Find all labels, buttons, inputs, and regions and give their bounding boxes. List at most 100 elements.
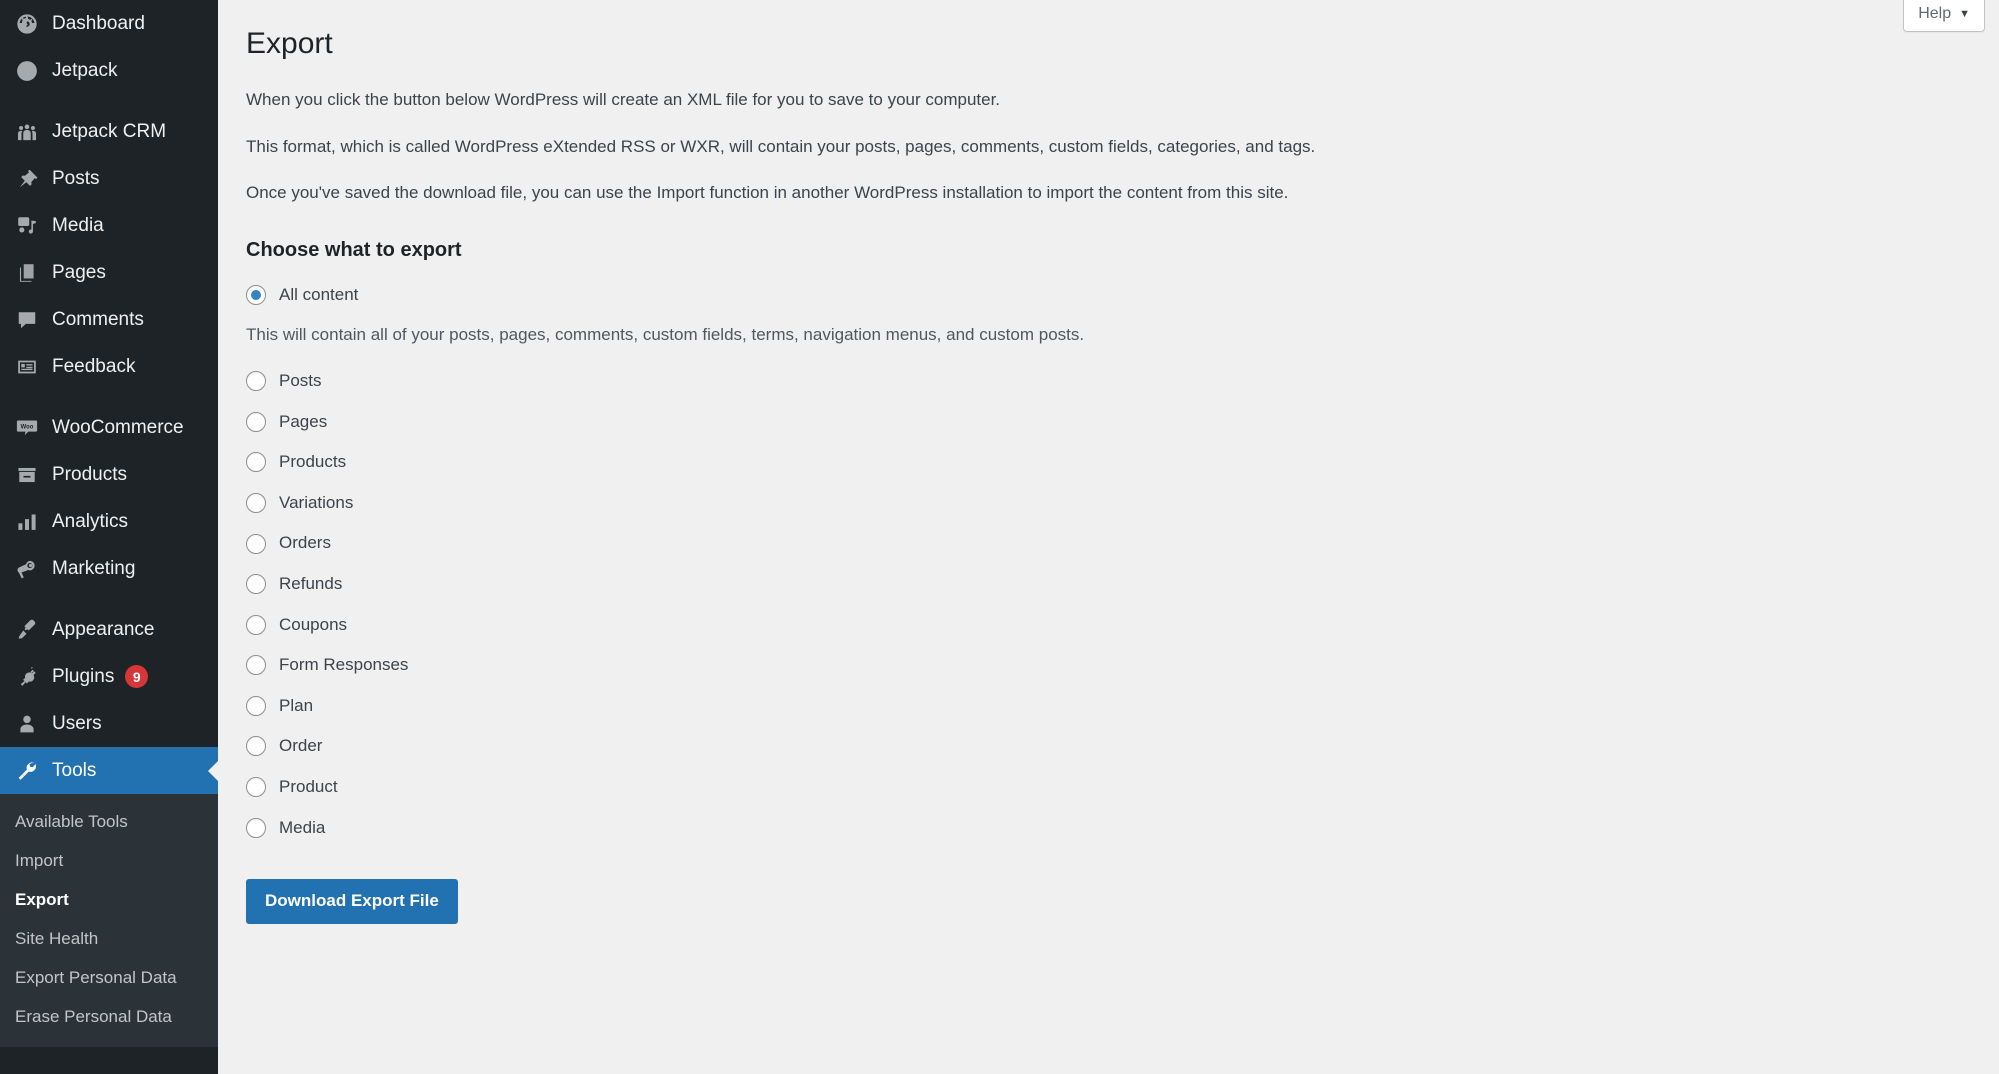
sidebar-item-jetpack-crm-label: Jetpack CRM xyxy=(52,121,167,142)
radio-row-all-content[interactable]: All content xyxy=(246,284,1590,306)
sidebar-item-analytics-label: Analytics xyxy=(52,511,129,532)
radio-orders-label[interactable]: Orders xyxy=(279,532,331,554)
menu-group: Jetpack CRM Posts Media Pages Comments Feedba… xyxy=(0,108,218,390)
radio-coupons-row[interactable]: Coupons xyxy=(246,614,1590,636)
radio-media-label[interactable]: Media xyxy=(279,817,325,839)
radio-order-label[interactable]: Order xyxy=(279,735,322,757)
megaphone-icon xyxy=(10,558,44,580)
page-title: Export xyxy=(246,27,333,60)
radio-form-responses-label[interactable]: Form Responses xyxy=(279,654,408,676)
submenu-item-available-tools[interactable]: Available Tools xyxy=(0,803,218,842)
radio-coupons[interactable] xyxy=(246,614,266,635)
content-area: Help ▼ Export When you click the button … xyxy=(218,0,1999,1074)
radio-plan-row[interactable]: Plan xyxy=(246,695,1590,717)
sidebar-item-products[interactable]: Products xyxy=(0,451,218,498)
submenu-item-site-health[interactable]: Site Health xyxy=(0,920,218,959)
radio-pages[interactable] xyxy=(246,411,266,432)
sidebar-item-users[interactable]: Users xyxy=(0,700,218,747)
sidebar-item-marketing-label: Marketing xyxy=(52,558,136,579)
sidebar-item-woocommerce-label: WooCommerce xyxy=(52,417,184,438)
radio-plan[interactable] xyxy=(246,695,266,716)
sidebar-item-tools-label: Tools xyxy=(52,760,97,781)
help-label: Help xyxy=(1918,5,1952,22)
radio-refunds-label[interactable]: Refunds xyxy=(279,573,342,595)
plugin-icon xyxy=(10,666,44,688)
menu-group: Appearance Plugins 9 Users Tools xyxy=(0,606,218,794)
radio-product-row[interactable]: Product xyxy=(246,776,1590,798)
tools-submenu: Available Tools Import Export Site Health Ex… xyxy=(0,794,218,1047)
radio-refunds-row[interactable]: Refunds xyxy=(246,573,1590,595)
sidebar-item-appearance[interactable]: Appearance xyxy=(0,606,218,653)
radio-coupons-label[interactable]: Coupons xyxy=(279,614,347,636)
radio-posts[interactable] xyxy=(246,371,266,392)
sidebar-item-jetpack-label: Jetpack xyxy=(52,60,118,81)
sidebar-item-comments-label: Comments xyxy=(52,309,144,330)
submenu-item-erase-personal-data[interactable]: Erase Personal Data xyxy=(0,998,218,1037)
radio-refunds[interactable] xyxy=(246,574,266,595)
menu-group: Woo WooCommerce Products Analytics Marketing xyxy=(0,404,218,592)
screen-meta-links: Help ▼ xyxy=(1903,0,1985,33)
sidebar-item-pages[interactable]: Pages xyxy=(0,249,218,296)
sidebar-item-jetpack[interactable]: Jetpack xyxy=(0,47,218,94)
radio-variations-label[interactable]: Variations xyxy=(279,492,353,514)
radio-variations[interactable] xyxy=(246,492,266,513)
menu-separator xyxy=(0,94,218,108)
sidebar-item-media-label: Media xyxy=(52,215,104,236)
radio-media-row[interactable]: Media xyxy=(246,817,1590,839)
sidebar-item-analytics[interactable]: Analytics xyxy=(0,498,218,545)
radio-products-label[interactable]: Products xyxy=(279,451,346,473)
radio-product[interactable] xyxy=(246,777,266,798)
radio-pages-label[interactable]: Pages xyxy=(279,411,327,433)
sidebar-item-posts-label: Posts xyxy=(52,168,100,189)
sidebar-item-media[interactable]: Media xyxy=(0,202,218,249)
radio-posts-row[interactable]: Posts xyxy=(246,370,1590,392)
radio-pages-row[interactable]: Pages xyxy=(246,411,1590,433)
sidebar-item-plugins-label: Plugins xyxy=(52,666,115,687)
help-button[interactable]: Help ▼ xyxy=(1903,0,1985,33)
sidebar-item-posts[interactable]: Posts xyxy=(0,155,218,202)
radio-products-row[interactable]: Products xyxy=(246,451,1590,473)
sidebar-item-marketing[interactable]: Marketing xyxy=(0,545,218,592)
download-export-file-button[interactable]: Download Export File xyxy=(246,879,458,924)
sidebar-item-woocommerce[interactable]: Woo WooCommerce xyxy=(0,404,218,451)
radio-products[interactable] xyxy=(246,452,266,473)
pages-icon xyxy=(10,262,44,284)
radio-orders[interactable] xyxy=(246,533,266,554)
analytics-icon xyxy=(10,511,44,533)
radio-form-responses-row[interactable]: Form Responses xyxy=(246,654,1590,676)
dashboard-icon xyxy=(10,13,44,35)
submenu-item-export-personal-data[interactable]: Export Personal Data xyxy=(0,959,218,998)
radio-all-content-label[interactable]: All content xyxy=(279,284,358,306)
radio-plan-label[interactable]: Plan xyxy=(279,695,313,717)
intro-paragraph-3: Once you've saved the download file, you… xyxy=(246,183,1289,202)
radio-media[interactable] xyxy=(246,817,266,838)
sidebar-item-feedback[interactable]: Feedback xyxy=(0,343,218,390)
submenu-item-import[interactable]: Import xyxy=(0,842,218,881)
admin-page: Dashboard Jetpack Jetpack CRM Posts Media Pag… xyxy=(0,0,1999,1074)
chevron-down-icon: ▼ xyxy=(1959,8,1970,20)
radio-order[interactable] xyxy=(246,736,266,757)
intro-paragraph-1: When you click the button below WordPres… xyxy=(246,90,1001,109)
radio-product-label[interactable]: Product xyxy=(279,776,338,798)
sidebar-item-tools[interactable]: Tools xyxy=(0,747,218,794)
sidebar-item-appearance-label: Appearance xyxy=(52,619,155,640)
sidebar-item-plugins[interactable]: Plugins 9 xyxy=(0,653,218,700)
sidebar-item-dashboard[interactable]: Dashboard xyxy=(0,0,218,47)
groups-icon xyxy=(10,121,44,143)
sidebar-item-comments[interactable]: Comments xyxy=(0,296,218,343)
comment-icon xyxy=(10,309,44,331)
sidebar-item-dashboard-label: Dashboard xyxy=(52,13,145,34)
feedback-icon xyxy=(10,356,44,378)
radio-order-row[interactable]: Order xyxy=(246,735,1590,757)
menu-separator xyxy=(0,390,218,404)
svg-text:Woo: Woo xyxy=(21,424,34,430)
radio-all-content[interactable] xyxy=(246,284,266,305)
radio-variations-row[interactable]: Variations xyxy=(246,492,1590,514)
radio-form-responses[interactable] xyxy=(246,655,266,676)
plugins-update-badge: 9 xyxy=(125,665,149,688)
sidebar-item-jetpack-crm[interactable]: Jetpack CRM xyxy=(0,108,218,155)
all-content-description: This will contain all of your posts, pag… xyxy=(246,324,1085,344)
radio-posts-label[interactable]: Posts xyxy=(279,370,322,392)
radio-orders-row[interactable]: Orders xyxy=(246,532,1590,554)
submenu-item-export[interactable]: Export xyxy=(0,881,218,920)
